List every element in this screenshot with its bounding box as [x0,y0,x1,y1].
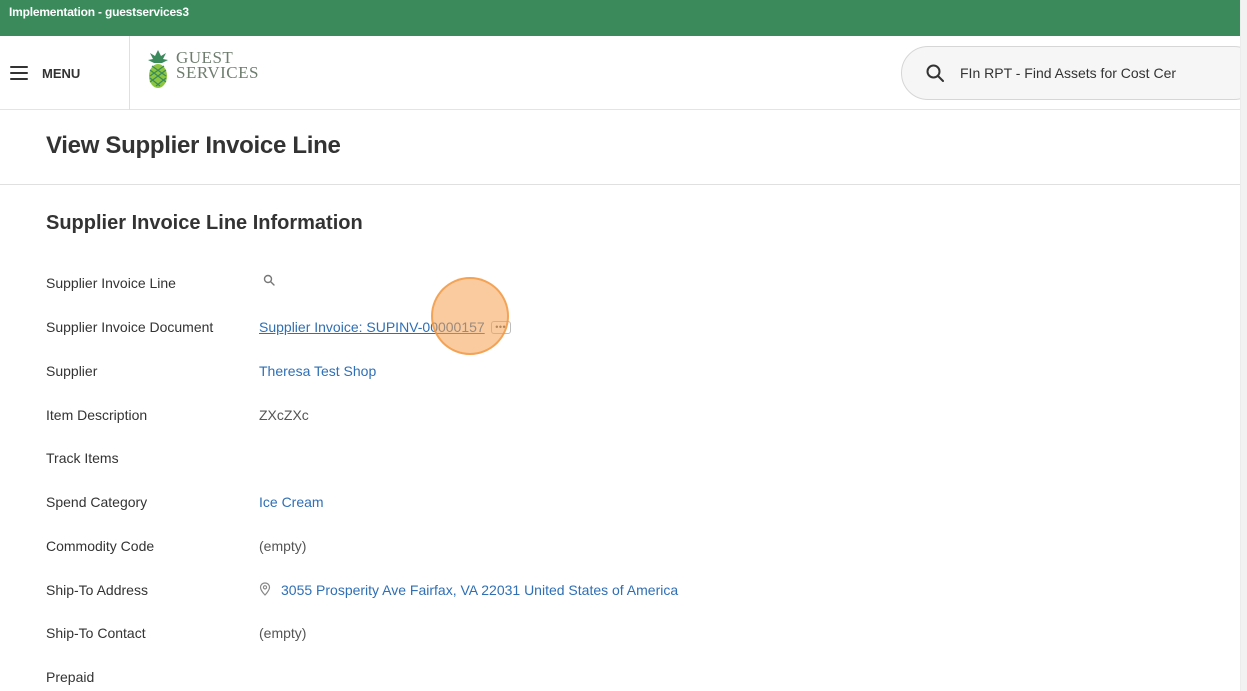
field-commodity-code: Commodity Code (empty) [46,535,1146,557]
field-supplier-invoice-line: Supplier Invoice Line [46,272,1146,294]
page-title: View Supplier Invoice Line [46,132,341,159]
field-value: (empty) [259,625,307,641]
scrollbar-track[interactable] [1240,0,1247,691]
ellipsis-icon: ••• [495,322,507,332]
field-ship-to-contact: Ship-To Contact (empty) [46,622,1146,644]
spend-category-link[interactable]: Ice Cream [259,494,324,510]
field-value: ZXcZXc [259,407,309,423]
location-pin-icon [259,581,271,596]
field-label: Spend Category [46,494,148,510]
environment-label: Implementation - guestservices3 [9,5,189,19]
global-search[interactable]: FIn RPT - Find Assets for Cost Cer [901,46,1247,100]
field-label: Supplier Invoice Document [46,319,214,335]
field-value [259,274,275,286]
pineapple-logo-icon [148,50,168,88]
field-supplier-invoice-document: Supplier Invoice Document Supplier Invoi… [46,316,1146,338]
ship-to-address-text[interactable]: 3055 Prosperity Ave Fairfax, VA 22031 Un… [281,582,678,598]
supplier-link[interactable]: Theresa Test Shop [259,363,376,379]
menu-label: MENU [42,65,81,81]
field-ship-to-address: Ship-To Address 3055 Prosperity Ave Fair… [46,579,1146,601]
logo-line-2: SERVICES [176,63,259,82]
field-label: Ship-To Contact [46,625,146,641]
field-label: Supplier [46,363,98,379]
search-query[interactable]: FIn RPT - Find Assets for Cost Cer [960,65,1176,81]
field-value: (empty) [259,538,307,554]
field-item-description: Item Description ZXcZXc [46,404,1146,426]
field-track-items: Track Items [46,447,1146,469]
section-title: Supplier Invoice Line Information [46,212,363,234]
field-prepaid: Prepaid [46,666,1146,688]
top-header: MENU GUEST SERVICES FIn RPT - Find Asset… [0,36,1247,110]
field-label: Track Items [46,450,119,466]
supplier-invoice-link-text[interactable]: Supplier Invoice: SUPINV-00000157 [259,319,485,335]
field-label: Prepaid [46,669,95,685]
environment-banner: Implementation - guestservices3 [0,0,1240,36]
supplier-invoice-link[interactable]: Supplier Invoice: SUPINV-00000157 [259,319,485,335]
field-label: Ship-To Address [46,582,148,598]
header-divider [129,36,130,110]
field-label: Supplier Invoice Line [46,275,176,291]
field-label: Item Description [46,407,148,423]
related-actions-button[interactable]: ••• [490,320,511,334]
magnifier-icon[interactable] [263,274,275,286]
field-spend-category: Spend Category Ice Cream [46,491,1146,513]
guest-services-logo[interactable]: GUEST SERVICES [146,48,259,90]
ship-to-address-link[interactable]: 3055 Prosperity Ave Fairfax, VA 22031 Un… [259,581,678,598]
field-supplier: Supplier Theresa Test Shop [46,360,1146,382]
field-label: Commodity Code [46,538,155,554]
menu-button[interactable]: MENU [10,54,120,92]
search-icon [926,64,944,82]
page-header: View Supplier Invoice Line [0,110,1240,185]
logo-text: GUEST SERVICES [176,48,259,82]
hamburger-icon [10,66,28,80]
